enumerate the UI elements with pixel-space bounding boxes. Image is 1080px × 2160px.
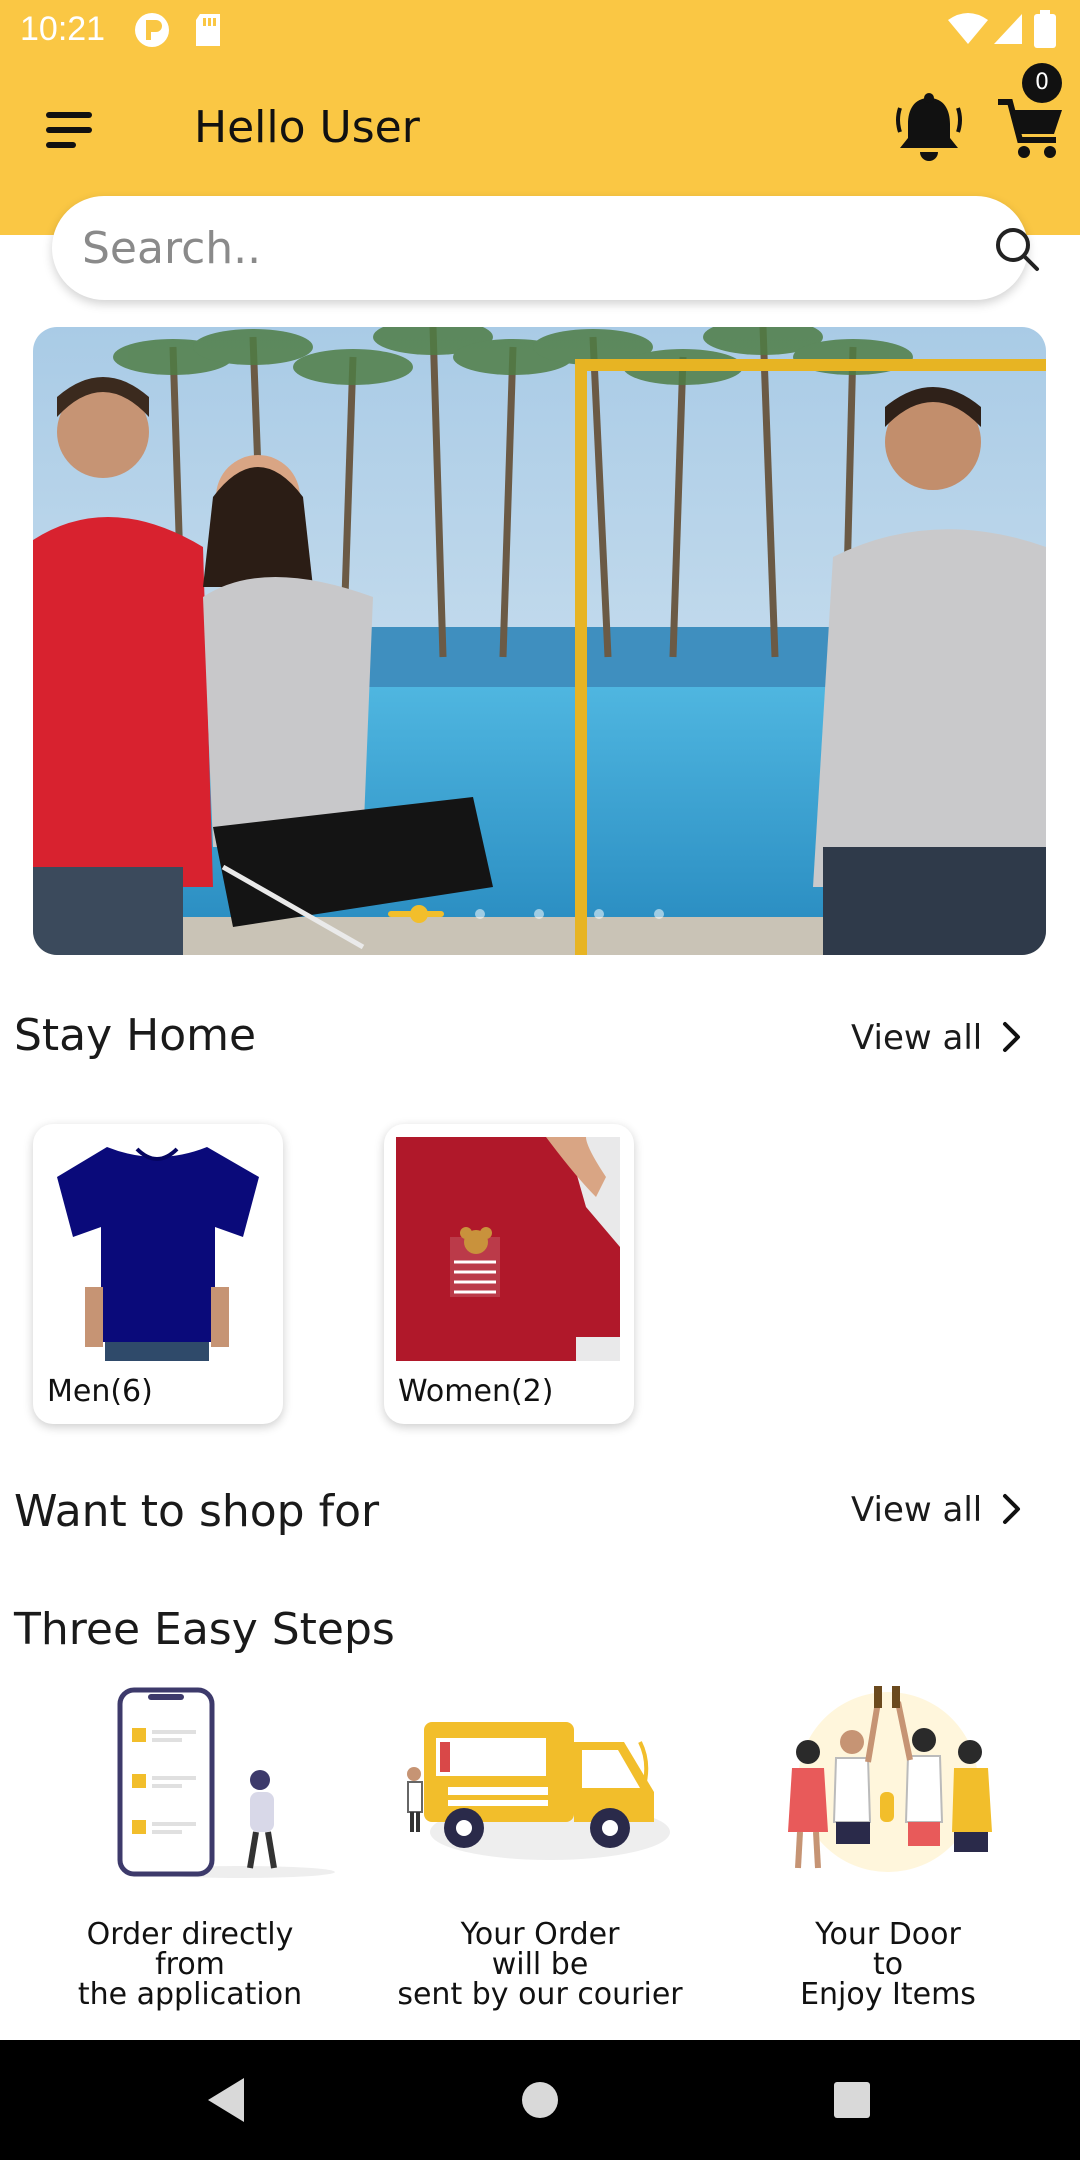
system-nav-bar [0,2040,1080,2160]
step-2-text: Your Order will be sent by our courier [370,1920,710,2010]
category-card-men[interactable]: Men(6) [33,1124,283,1424]
want-to-shop-title: Want to shop for [14,1486,380,1537]
delivery-truck-illustration-icon [407,1722,670,1860]
status-bar: 10:21 [0,0,1080,60]
step-line: the application [77,1977,303,2012]
promo-banner-carousel[interactable] [33,327,1046,955]
step-line: will be [491,1947,589,1982]
tshirt-icon [45,1137,269,1361]
greeting-title: Hello User [194,102,420,153]
phone-order-illustration-icon [117,1687,335,1878]
step-line: Your Order [460,1917,620,1952]
menu-button[interactable] [40,108,100,152]
status-time: 10:21 [20,10,106,48]
signal-icon [994,14,1022,44]
home-icon[interactable] [510,2070,570,2130]
chevron-right-icon[interactable] [1000,1492,1024,1526]
back-icon[interactable] [196,2070,256,2130]
search-icon[interactable] [994,226,1040,272]
step-3-text: Your Door to Enjoy Items [718,1920,1058,2010]
app-notification-icon [135,13,169,47]
recents-icon[interactable] [822,2070,882,2130]
want-to-shop-view-all-link[interactable]: View all [851,1490,982,1530]
battery-icon [1034,10,1056,48]
three-easy-steps-title: Three Easy Steps [14,1604,395,1655]
step-line: Enjoy Items [800,1977,976,2012]
blue-tshirt-image [45,1137,269,1361]
cart-count-badge: 0 [1022,63,1062,103]
menu-icon-line [46,127,92,133]
step-line: to [872,1947,904,1982]
banner-image [33,327,1046,955]
menu-icon-line [46,142,76,148]
step-line: Your Door [815,1917,961,1952]
step-line: Order directly [86,1917,294,1952]
notification-bell-icon[interactable] [894,92,964,166]
celebration-illustration-icon [788,1686,992,1872]
category-label: Women(2) [398,1374,554,1409]
wifi-icon [948,13,988,44]
step-1-text: Order directly from the application [20,1920,360,2010]
chevron-right-icon[interactable] [1000,1020,1024,1054]
sd-card-icon [196,14,220,46]
red-tshirt-image [396,1137,620,1361]
category-label: Men(6) [47,1374,153,1409]
tshirt-icon [396,1137,620,1361]
search-input[interactable] [82,218,942,278]
step-line: from [155,1947,225,1982]
stay-home-view-all-link[interactable]: View all [851,1018,982,1058]
step-line: sent by our courier [397,1977,683,2012]
menu-icon [46,112,92,118]
category-card-women[interactable]: Women(2) [384,1124,634,1424]
stay-home-title: Stay Home [14,1010,257,1061]
search-bar [52,196,1039,300]
cart-icon[interactable] [996,96,1066,166]
